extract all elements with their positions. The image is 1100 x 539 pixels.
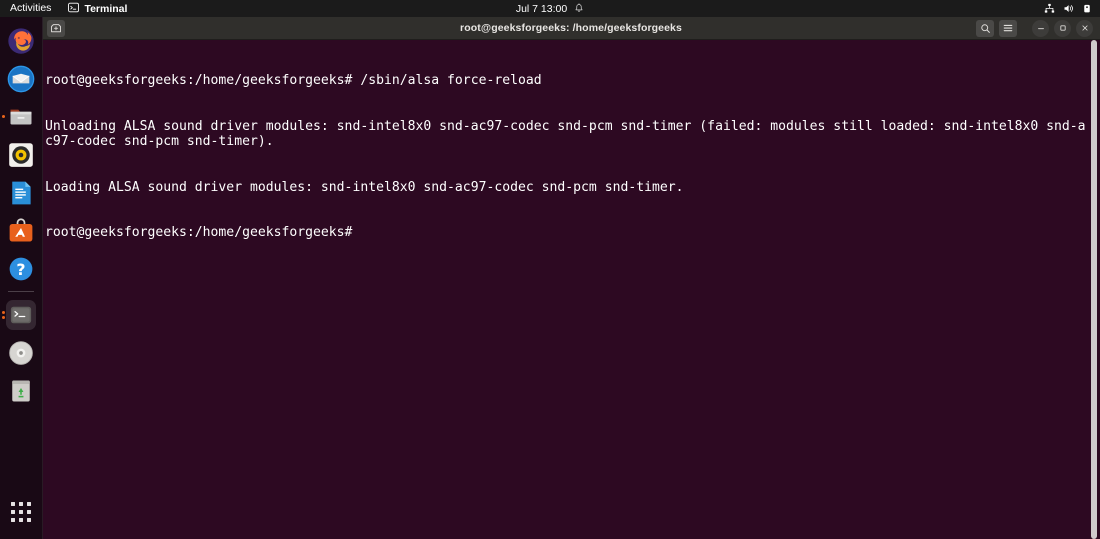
thunderbird-icon [6,64,36,94]
trash-icon [6,376,36,406]
show-applications-button[interactable] [0,495,42,529]
close-button[interactable] [1076,19,1093,37]
volume-icon [1063,3,1074,14]
terminal-icon [6,300,36,330]
files-icon [6,102,36,132]
titlebar-right-controls [976,19,1093,37]
scrollbar-thumb[interactable] [1091,40,1097,539]
firefox-icon [6,26,36,56]
app-menu-label: Terminal [84,2,128,15]
terminal-output[interactable]: root@geeksforgeeks:/home/geeksforgeeks# … [45,43,1087,271]
dock-item-files[interactable] [0,98,42,136]
dock-item-libreoffice-writer[interactable] [0,174,42,212]
hamburger-menu-icon [1003,24,1013,32]
new-tab-icon [51,24,61,33]
terminal-body[interactable]: root@geeksforgeeks:/home/geeksforgeeks# … [42,40,1100,539]
terminal-line: Unloading ALSA sound driver modules: snd… [45,119,1086,150]
running-indicator [2,311,5,314]
minimize-icon [1037,28,1044,30]
gnome-top-bar: Activities Terminal Jul 7 13:00 [0,0,1100,17]
app-menu-button[interactable]: Terminal [60,0,135,17]
search-icon [980,23,990,33]
dock-item-terminal[interactable] [0,296,42,334]
minimize-button[interactable] [1032,19,1049,37]
svg-text:?: ? [16,260,25,279]
top-bar-center: Jul 7 13:00 [0,0,1100,17]
window-titlebar: root@geeksforgeeks: /home/geeksforgeeks [42,17,1100,40]
apps-grid-icon [11,502,31,522]
dock-item-trash[interactable] [0,372,42,410]
titlebar-left-controls [47,19,65,37]
terminal-window: root@geeksforgeeks: /home/geeksforgeeks [42,17,1100,539]
terminal-line: root@geeksforgeeks:/home/geeksforgeeks# … [45,73,542,89]
dock-item-thunderbird[interactable] [0,60,42,98]
new-tab-button[interactable] [47,19,65,37]
help-icon: ? [6,254,36,284]
window-title: root@geeksforgeeks: /home/geeksforgeeks [460,22,682,34]
dock-item-ubuntu-software[interactable] [0,212,42,250]
libreoffice-writer-icon [6,178,36,208]
ubuntu-dock: ? [0,17,43,539]
dock-separator [8,291,34,292]
terminal-line: Loading ALSA sound driver modules: snd-i… [45,179,684,195]
terminal-icon [68,2,80,16]
dock-item-firefox[interactable] [0,22,42,60]
clock[interactable]: Jul 7 13:00 [516,3,567,15]
power-icon [1082,3,1092,14]
dock-item-disk-image[interactable] [0,334,42,372]
bell-icon [574,3,584,14]
ubuntu-software-icon [6,216,36,246]
network-icon [1044,3,1055,14]
dock-item-rhythmbox[interactable] [0,136,42,174]
running-indicator [2,115,5,118]
rhythmbox-icon [6,140,36,170]
top-bar-status-area[interactable] [1044,0,1092,17]
desktop-screen: Activities Terminal Jul 7 13:00 ? root@g… [0,0,1100,539]
close-icon [1081,25,1088,31]
running-indicator [2,316,5,319]
top-bar-left: Activities Terminal [0,0,135,17]
dock-item-list: ? [0,22,42,410]
terminal-scrollbar[interactable] [1089,40,1099,539]
dock-item-help[interactable]: ? [0,250,42,288]
activities-button[interactable]: Activities [0,0,60,17]
search-button[interactable] [976,19,994,37]
maximize-button[interactable] [1054,19,1071,37]
maximize-icon [1059,25,1066,31]
menu-button[interactable] [999,19,1017,37]
terminal-prompt-line: root@geeksforgeeks:/home/geeksforgeeks# [45,225,361,241]
disc-icon [6,338,36,368]
